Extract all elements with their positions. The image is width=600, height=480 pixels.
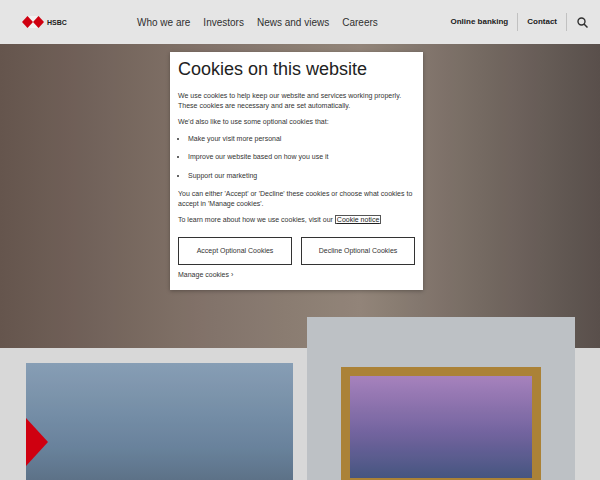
accept-button[interactable]: Accept Optional Cookies	[178, 237, 292, 265]
cookie-notice-link[interactable]: Cookie notice	[335, 215, 381, 224]
choice-text: You can either 'Accept' or 'Decline' the…	[178, 189, 415, 208]
cookie-dialog: Cookies on this website We use cookies to…	[170, 52, 423, 290]
manage-cookies-link[interactable]: Manage cookies ›	[178, 271, 415, 278]
dialog-intro: We use cookies to help keep our website …	[178, 91, 415, 110]
cookie-purpose: Support our marketing	[188, 171, 415, 180]
dialog-buttons: Accept Optional Cookies Decline Optional …	[178, 237, 415, 265]
optional-intro: We'd also like to use some optional cook…	[178, 117, 415, 127]
optional-cookie-list: Make your visit more personal Improve our…	[178, 134, 415, 180]
decline-button[interactable]: Decline Optional Cookies	[301, 237, 415, 265]
cookie-purpose: Improve our website based on how you use…	[188, 152, 415, 161]
dialog-title: Cookies on this website	[178, 58, 415, 80]
learn-more-text: To learn more about how we use cookies, …	[178, 216, 333, 223]
cookie-purpose: Make your visit more personal	[188, 134, 415, 143]
learn-more: To learn more about how we use cookies, …	[178, 215, 415, 225]
